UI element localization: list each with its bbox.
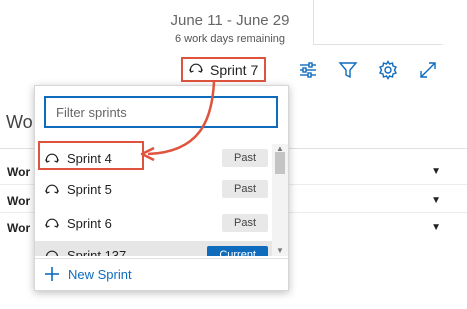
annotation-highlight xyxy=(38,141,144,170)
new-sprint-button[interactable]: New Sprint xyxy=(44,262,132,286)
settings-icon[interactable] xyxy=(377,59,399,81)
filter-icon[interactable] xyxy=(337,59,359,81)
sprint-dropdown: Sprint 4 Past Sprint 5 Past Sprint 6 Pas… xyxy=(34,85,289,291)
chevron-down-icon[interactable]: ▼ xyxy=(431,195,441,206)
scroll-thumb[interactable] xyxy=(275,152,285,174)
sprint-name: Sprint 137 xyxy=(67,247,127,257)
iteration-icon xyxy=(46,250,58,256)
iteration-icon xyxy=(44,218,60,228)
sprint-item-current[interactable]: Sprint 137 Current xyxy=(35,241,272,256)
divider xyxy=(35,258,288,259)
sprint-item[interactable]: Sprint 6 Past xyxy=(35,209,272,237)
chevron-down-icon[interactable]: ▼ xyxy=(431,222,441,233)
work-days-remaining: 6 work days remaining xyxy=(174,33,286,45)
status-badge: Current xyxy=(207,246,268,256)
expand-icon[interactable] xyxy=(417,59,439,81)
sprint-item[interactable]: Sprint 5 Past xyxy=(35,175,272,203)
plus-icon xyxy=(45,267,59,281)
header-divider-horizontal xyxy=(313,44,443,45)
status-badge: Past xyxy=(221,149,268,167)
work-row-label: Wor xyxy=(7,165,31,179)
status-badge: Past xyxy=(221,214,268,232)
scroll-down-icon[interactable]: ▼ xyxy=(272,246,288,255)
filter-sprints-field[interactable] xyxy=(44,96,278,128)
view-options-icon[interactable] xyxy=(297,59,319,81)
sprint-picker-button[interactable]: Sprint 7 xyxy=(181,57,266,82)
iteration-icon xyxy=(188,60,204,79)
work-row-label: Wor xyxy=(7,221,31,235)
iteration-icon xyxy=(44,184,60,194)
chevron-down-icon[interactable]: ▼ xyxy=(431,166,441,177)
sprint-name: Sprint 5 xyxy=(67,181,112,197)
work-row-label: Wor xyxy=(7,194,31,208)
scrollbar[interactable]: ▲ ▼ xyxy=(272,144,288,256)
new-sprint-label: New Sprint xyxy=(68,266,132,282)
sprint-picker-label: Sprint 7 xyxy=(210,61,259,78)
status-badge: Past xyxy=(221,180,268,198)
page-heading: Wo xyxy=(6,112,33,132)
sprint-name: Sprint 6 xyxy=(67,215,112,231)
filter-sprints-input[interactable] xyxy=(54,103,268,121)
sprint-dates: June 11 - June 29 xyxy=(170,12,290,29)
header-divider xyxy=(313,0,314,44)
